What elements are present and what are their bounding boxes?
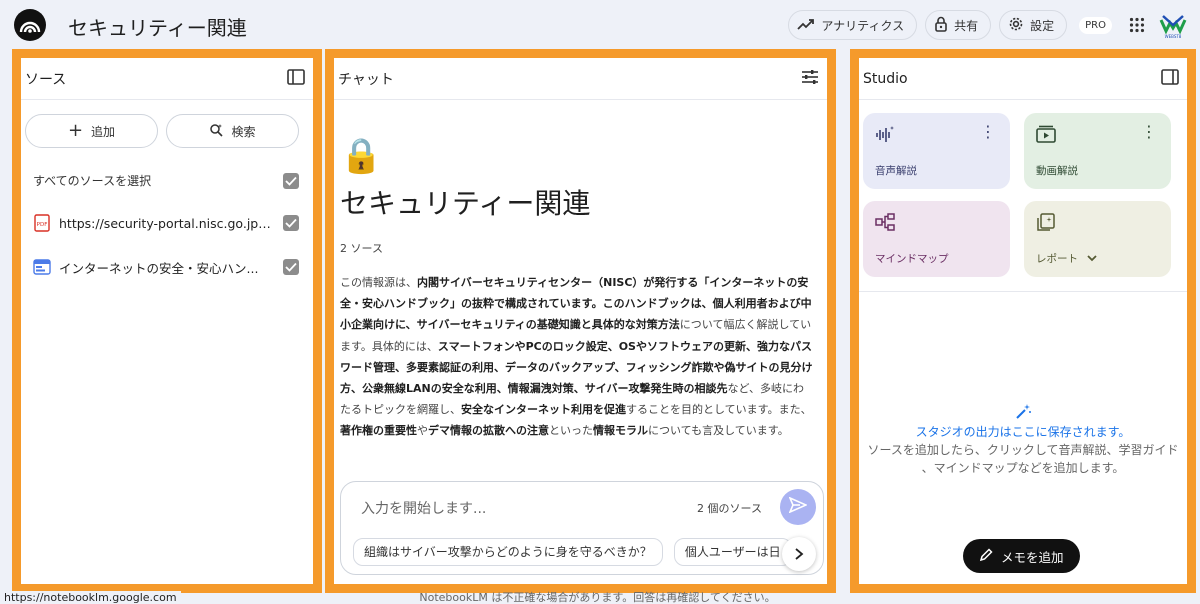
more-options-icon[interactable]: ⋮ bbox=[980, 124, 996, 140]
search-source-label: 検索 bbox=[231, 124, 256, 139]
summary-segment: この情報源は、 bbox=[340, 276, 417, 289]
report-label: レポート bbox=[1036, 251, 1097, 266]
summary-segment: についても言及しています。 bbox=[648, 424, 789, 438]
search-source-button[interactable]: 検索 bbox=[166, 114, 299, 148]
apps-grid-icon[interactable] bbox=[1124, 12, 1150, 38]
summary-segment: デマ情報の拡散への注意 bbox=[428, 424, 549, 438]
source-count: 2 ソース bbox=[340, 242, 383, 255]
source-item-label: インターネットの安全・安心ハン... bbox=[59, 260, 259, 276]
summary-segment: といった bbox=[549, 424, 593, 438]
chevron-down-icon[interactable] bbox=[1087, 253, 1097, 265]
top-bar: セキュリティー関連 アナリティクス 共有 設定 PRO WEBST8 bbox=[0, 0, 1200, 50]
source-item[interactable]: PDF https://security-portal.nisc.go.jp/g… bbox=[21, 213, 313, 233]
summary-segment: 著作権の重要性 bbox=[340, 424, 417, 438]
sources-title: ソース bbox=[25, 71, 67, 88]
input-source-count: 2 個のソース bbox=[697, 502, 762, 515]
video-overview-tile[interactable]: ⋮ 動画解説 bbox=[1024, 113, 1171, 189]
account-logo-text: WEBST8 bbox=[1165, 34, 1182, 39]
suggestions-next-button[interactable] bbox=[782, 537, 816, 571]
svg-text:PDF: PDF bbox=[37, 222, 48, 228]
suggestion-chip[interactable]: 組織はサイバー攻撃からどのように身を守るべきか？ bbox=[353, 538, 663, 566]
settings-button[interactable]: 設定 bbox=[999, 10, 1068, 40]
account-logo-icon[interactable]: WEBST8 bbox=[1158, 10, 1188, 40]
add-source-button[interactable]: + 追加 bbox=[25, 114, 158, 148]
summary-segment: 情報モラル bbox=[593, 424, 648, 438]
audio-overview-label: 音声解説 bbox=[875, 165, 917, 177]
studio-empty-state: スタジオの出力はここに保存されます。 ソースを追加したら、クリックして音声解説、… bbox=[859, 403, 1187, 477]
sources-panel: ソース + 追加 検索 すべてのソースを選択 PDF https://secur… bbox=[12, 49, 322, 593]
studio-panel: Studio ⋮ 音声解説 ⋮ 動画解説 マインドマップ レポート スタジオの出… bbox=[850, 49, 1196, 593]
add-note-button[interactable]: メモを追加 bbox=[963, 539, 1080, 573]
summary-segment: することを目的としています。また、 bbox=[626, 403, 812, 417]
collapse-right-panel-icon[interactable] bbox=[1161, 68, 1179, 89]
studio-divider bbox=[859, 291, 1187, 292]
magic-wand-icon bbox=[859, 403, 1187, 423]
notebook-summary: この情報源は、内閣サイバーセキュリティセンター（NISC）が発行する「インターネ… bbox=[340, 272, 813, 442]
source-checkbox[interactable] bbox=[283, 259, 299, 275]
summary-segment: や bbox=[417, 424, 428, 438]
notebook-heading: セキュリティー関連 bbox=[340, 187, 591, 220]
notebook-emoji: 🔒 bbox=[340, 136, 383, 176]
mind-map-tile[interactable]: マインドマップ bbox=[863, 201, 1010, 277]
mind-map-icon bbox=[875, 213, 895, 234]
send-button[interactable] bbox=[780, 489, 816, 525]
source-item[interactable]: インターネットの安全・安心ハン... bbox=[21, 257, 313, 277]
sources-header: ソース bbox=[21, 58, 313, 100]
pro-badge: PRO bbox=[1079, 16, 1112, 34]
chat-title-label: チャット bbox=[338, 71, 394, 88]
gear-icon bbox=[1008, 16, 1024, 35]
status-url: https://notebooklm.google.com bbox=[0, 591, 181, 604]
collapse-left-panel-icon[interactable] bbox=[287, 68, 305, 89]
pencil-icon bbox=[979, 547, 993, 565]
report-label-text: レポート bbox=[1036, 253, 1078, 265]
video-overview-label: 動画解説 bbox=[1036, 165, 1078, 177]
chat-composer: 入力を開始します... 2 個のソース 組織はサイバー攻撃からどのように身を守る… bbox=[340, 481, 824, 575]
settings-label: 設定 bbox=[1030, 18, 1055, 33]
analytics-label: アナリティクス bbox=[821, 18, 905, 33]
analytics-button[interactable]: アナリティクス bbox=[788, 10, 918, 40]
audio-wave-icon bbox=[875, 125, 895, 146]
studio-empty-line2: 、マインドマップなどを追加します。 bbox=[921, 461, 1125, 475]
studio-title: Studio bbox=[863, 70, 908, 87]
trending-up-icon bbox=[797, 18, 815, 33]
share-label: 共有 bbox=[954, 18, 979, 33]
select-all-label: すべてのソースを選択 bbox=[33, 174, 152, 188]
share-button[interactable]: 共有 bbox=[925, 10, 992, 40]
pdf-icon: PDF bbox=[33, 214, 51, 232]
report-icon bbox=[1036, 213, 1056, 234]
tune-settings-icon[interactable] bbox=[801, 69, 819, 89]
search-sparkle-icon bbox=[209, 123, 224, 140]
source-item-label: https://security-portal.nisc.go.jp/g... bbox=[59, 215, 271, 231]
plus-icon: + bbox=[67, 120, 84, 141]
lock-icon bbox=[934, 16, 948, 35]
studio-empty-line1: ソースを追加したら、クリックして音声解説、学習ガイド bbox=[867, 443, 1179, 457]
audio-overview-tile[interactable]: ⋮ 音声解説 bbox=[863, 113, 1010, 189]
web-page-icon bbox=[33, 258, 51, 276]
chat-header: チャット bbox=[334, 58, 827, 100]
mind-map-label: マインドマップ bbox=[875, 253, 949, 265]
notebooklm-logo-icon[interactable] bbox=[14, 9, 46, 41]
summary-segment: 安全なインターネット利用を促進 bbox=[461, 403, 626, 417]
select-all-row[interactable]: すべてのソースを選択 bbox=[21, 172, 313, 189]
studio-header: Studio bbox=[859, 58, 1187, 100]
send-arrow-icon bbox=[788, 496, 808, 517]
select-all-checkbox[interactable] bbox=[283, 172, 299, 189]
chevron-right-icon bbox=[794, 545, 804, 564]
add-note-label: メモを追加 bbox=[1001, 549, 1064, 565]
suggestion-chips: 組織はサイバー攻撃からどのように身を守るべきか？ 個人ユーザーは日 bbox=[353, 538, 813, 568]
suggestion-chip[interactable]: 個人ユーザーは日 bbox=[673, 538, 792, 566]
report-tile[interactable]: レポート bbox=[1024, 201, 1171, 277]
studio-empty-title: スタジオの出力はここに保存されます。 bbox=[915, 425, 1131, 439]
add-source-label: 追加 bbox=[91, 124, 116, 139]
notebook-title[interactable]: セキュリティー関連 bbox=[68, 12, 247, 41]
video-play-icon bbox=[1036, 125, 1056, 146]
chat-panel: チャット 🔒 セキュリティー関連 2 ソース この情報源は、内閣サイバーセキュリ… bbox=[325, 49, 836, 593]
chat-input[interactable]: 入力を開始します... bbox=[361, 498, 486, 518]
source-checkbox[interactable] bbox=[283, 215, 299, 231]
more-options-icon[interactable]: ⋮ bbox=[1141, 124, 1157, 140]
